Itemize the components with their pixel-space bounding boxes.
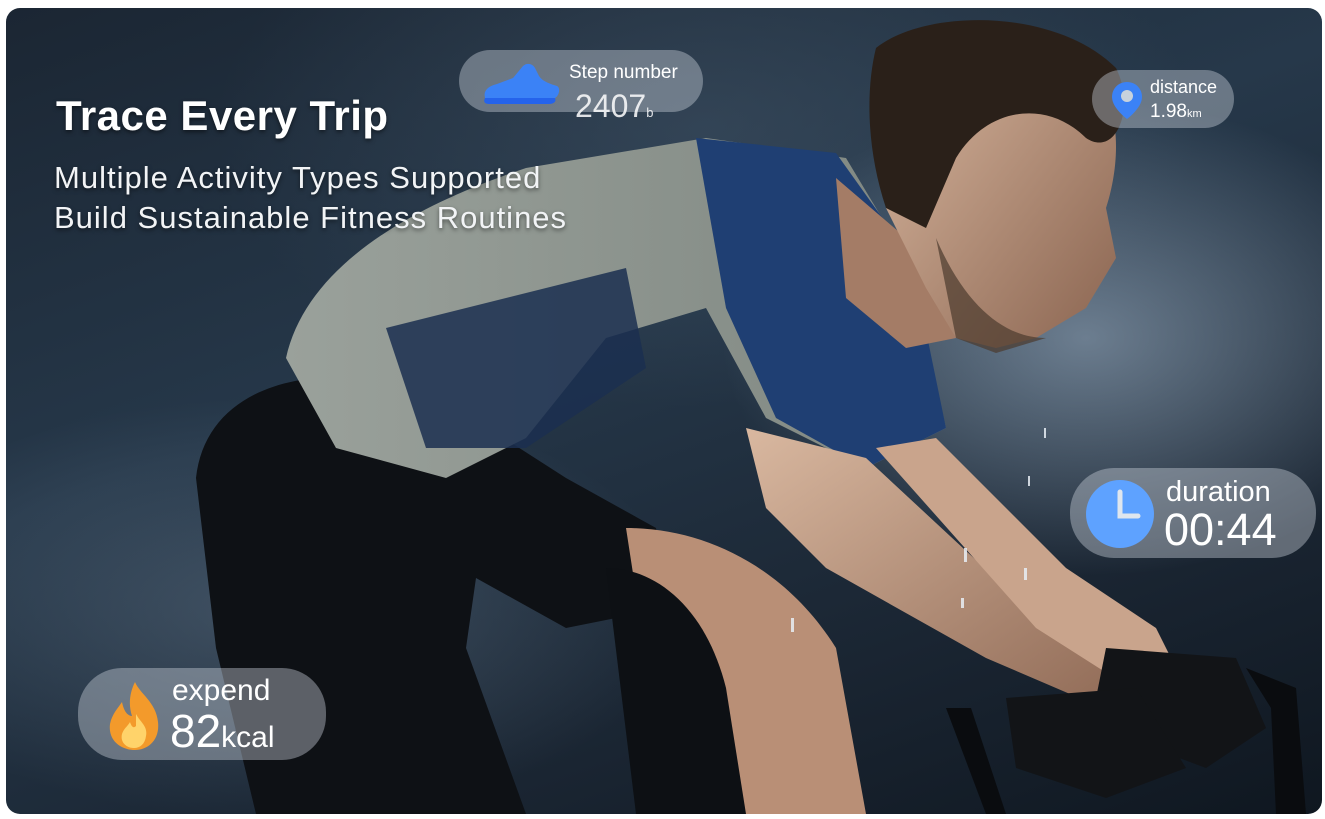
shoe-icon — [484, 63, 560, 104]
hero-banner: Trace Every Trip Multiple Activity Types… — [6, 8, 1322, 814]
calories-value: 82kcal — [170, 705, 275, 757]
distance-stat-pill: distance 1.98km — [1092, 70, 1234, 128]
duration-stat-pill: duration 00:44 — [1070, 468, 1316, 558]
steps-stat-pill: Step number 2407b — [459, 50, 703, 124]
steps-label: Step number — [569, 62, 678, 83]
distance-value: 1.98km — [1150, 101, 1202, 122]
duration-value: 00:44 — [1164, 504, 1277, 555]
calories-label: expend — [172, 674, 271, 707]
calories-unit: kcal — [221, 721, 275, 754]
calories-stat-pill: expend 82kcal — [78, 668, 326, 760]
subline-activity-types: Multiple Activity Types Supported — [54, 160, 542, 195]
distance-label: distance — [1150, 77, 1218, 97]
steps-unit: b — [646, 105, 654, 120]
headline: Trace Every Trip — [56, 92, 389, 139]
steps-value: 2407b — [575, 88, 654, 124]
clock-icon — [1086, 480, 1154, 548]
flame-icon — [109, 682, 159, 750]
distance-unit: km — [1186, 108, 1202, 120]
location-pin-icon — [1112, 82, 1142, 119]
subline-routines: Build Sustainable Fitness Routines — [54, 200, 568, 235]
